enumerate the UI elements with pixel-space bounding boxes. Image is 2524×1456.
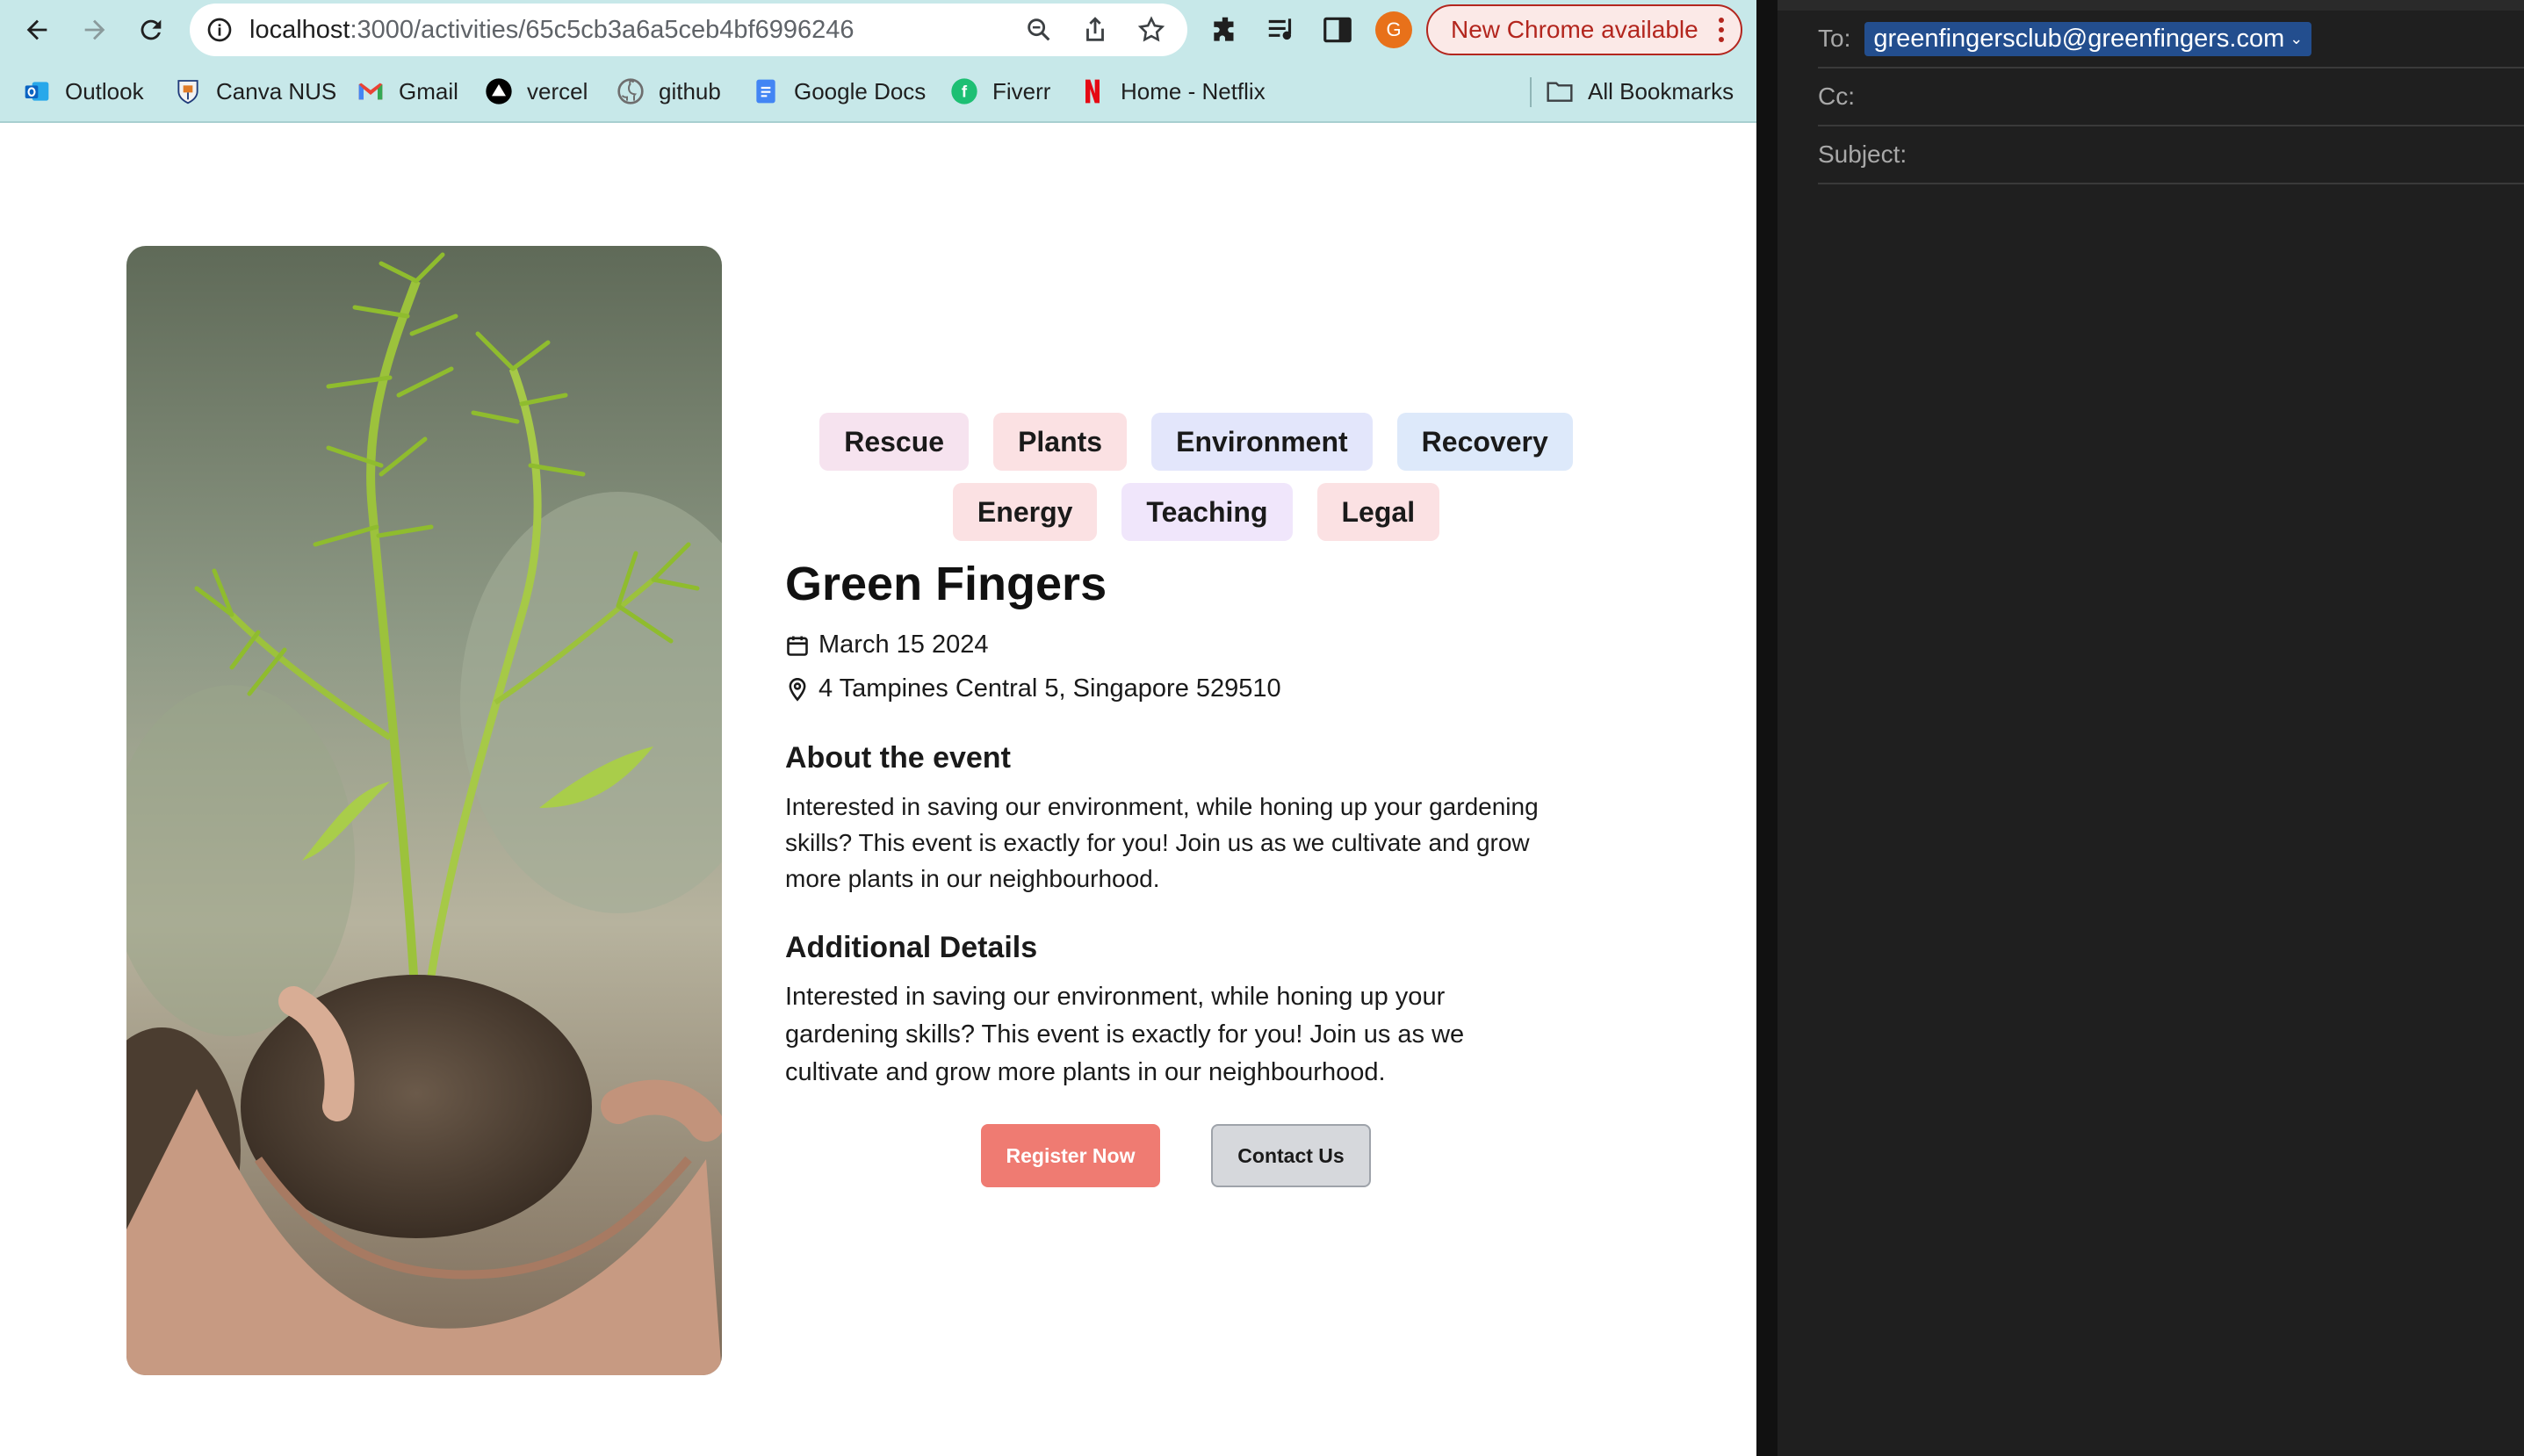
all-bookmarks-label: All Bookmarks (1588, 77, 1734, 105)
event-date-text: March 15 2024 (818, 631, 989, 659)
bookmarks-bar: Outlook Canva NUS Gmail vercel github Go… (0, 60, 1756, 123)
forward-button[interactable] (72, 7, 118, 53)
profile-avatar[interactable]: G (1375, 11, 1412, 48)
event-location: 4 Tampines Central 5, Singapore 529510 (785, 674, 1281, 703)
tag-energy[interactable]: Energy (952, 483, 1098, 541)
bookmark-label: Outlook (65, 77, 144, 105)
browser-window: localhost:3000/activities/65c5cb3a6a5ceb… (0, 0, 1769, 1456)
tag-environment[interactable]: Environment (1151, 413, 1373, 471)
bookmark-gmail[interactable]: Gmail (357, 60, 458, 123)
outlook-icon (23, 77, 51, 105)
nus-crest-icon (174, 77, 202, 105)
bookmark-canva-nus[interactable]: Canva NUS (174, 60, 336, 123)
url-path: :3000/activities/65c5cb3a6a5ceb4bf699624… (350, 16, 855, 44)
reload-icon (141, 19, 162, 40)
update-label: New Chrome available (1451, 16, 1698, 43)
page-content: Rescue Plants Environment Recovery Energ… (0, 125, 1756, 1456)
extensions-icon[interactable] (1208, 13, 1242, 47)
chevron-down-icon: ⌄ (2290, 29, 2304, 47)
tag-plants[interactable]: Plants (993, 413, 1128, 471)
more-menu-icon (1719, 18, 1724, 42)
about-heading: About the event (785, 741, 1011, 775)
details-heading: Additional Details (785, 931, 1038, 964)
bookmark-google-docs[interactable]: Google Docs (752, 60, 926, 123)
pane-divider (1756, 0, 1778, 1456)
location-pin-icon (789, 677, 806, 702)
recipient-address: greenfingersclub@greenfingers.com (1873, 24, 2285, 53)
calendar-icon (787, 636, 808, 656)
new-chrome-available-button[interactable]: New Chrome available (1426, 4, 1742, 55)
event-image (126, 246, 722, 1375)
side-panel-icon[interactable] (1321, 13, 1354, 47)
bookmarks-divider (1530, 77, 1532, 107)
bookmark-vercel[interactable]: vercel (485, 60, 588, 123)
bookmark-fiverr[interactable]: f Fiverr (950, 60, 1050, 123)
compose-header-strip (1778, 0, 2524, 11)
cc-field[interactable]: Cc: (1818, 68, 2524, 126)
bookmark-outlook[interactable]: Outlook (23, 60, 144, 123)
tag-teaching[interactable]: Teaching (1121, 483, 1293, 541)
zoom-icon[interactable] (1024, 15, 1054, 45)
mail-compose-pane: To: greenfingersclub@greenfingers.com ⌄ … (1778, 0, 2524, 1456)
bookmark-star-icon[interactable] (1136, 15, 1166, 45)
folder-icon (1546, 77, 1574, 105)
all-bookmarks-button[interactable]: All Bookmarks (1546, 60, 1734, 123)
about-text: Interested in saving our environment, wh… (785, 793, 1539, 892)
tag-legal[interactable]: Legal (1316, 483, 1440, 541)
netflix-icon (1078, 77, 1107, 105)
browser-toolbar: localhost:3000/activities/65c5cb3a6a5ceb… (0, 0, 1756, 60)
vercel-icon (485, 77, 513, 105)
tag-recovery[interactable]: Recovery (1396, 413, 1573, 471)
site-info-icon[interactable] (206, 16, 234, 44)
url-text[interactable]: localhost:3000/activities/65c5cb3a6a5ceb… (249, 4, 854, 56)
tag-rescue[interactable]: Rescue (819, 413, 970, 471)
github-icon (617, 77, 645, 105)
tag-row: Rescue Plants Environment Recovery (775, 413, 1618, 471)
subject-field[interactable]: Subject: (1818, 126, 2524, 184)
bookmark-label: Fiverr (992, 77, 1051, 105)
tag-list: Rescue Plants Environment Recovery Energ… (775, 413, 1618, 553)
svg-text:f: f (962, 83, 968, 101)
forward-arrow-icon (84, 19, 105, 40)
back-button[interactable] (14, 7, 60, 53)
subject-label: Subject: (1818, 141, 1907, 168)
fiverr-icon: f (950, 77, 978, 105)
back-arrow-icon (26, 19, 47, 40)
bookmark-label: Gmail (399, 77, 458, 105)
address-bar[interactable]: localhost:3000/activities/65c5cb3a6a5ceb… (190, 4, 1187, 56)
bookmark-label: Google Docs (794, 77, 927, 105)
gmail-icon (357, 77, 385, 105)
bookmark-label: Home - Netflix (1121, 77, 1266, 105)
event-date: March 15 2024 (785, 631, 988, 660)
tag-row: Energy Teaching Legal (775, 483, 1618, 541)
event-title: Green Fingers (785, 558, 1107, 610)
seedling-photo (126, 246, 722, 1375)
register-now-button[interactable]: Register Now (981, 1124, 1160, 1187)
to-label: To: (1818, 25, 1851, 52)
share-icon[interactable] (1080, 15, 1110, 45)
recipient-chip[interactable]: greenfingersclub@greenfingers.com ⌄ (1864, 21, 2312, 56)
media-queue-icon[interactable] (1265, 13, 1298, 47)
event-location-text: 4 Tampines Central 5, Singapore 529510 (818, 674, 1281, 703)
bookmark-github[interactable]: github (617, 60, 721, 123)
bookmark-label: Canva NUS (216, 77, 337, 105)
google-docs-icon (752, 77, 780, 105)
bookmark-label: github (659, 77, 721, 105)
bookmark-label: vercel (527, 77, 588, 105)
bookmark-netflix[interactable]: Home - Netflix (1078, 60, 1266, 123)
url-host: localhost (249, 16, 350, 44)
details-text: Interested in saving our environment, wh… (785, 983, 1465, 1086)
reload-button[interactable] (128, 7, 174, 53)
contact-us-button[interactable]: Contact Us (1211, 1124, 1371, 1187)
cc-label: Cc: (1818, 83, 1855, 110)
to-field[interactable]: To: greenfingersclub@greenfingers.com ⌄ (1818, 11, 2524, 68)
